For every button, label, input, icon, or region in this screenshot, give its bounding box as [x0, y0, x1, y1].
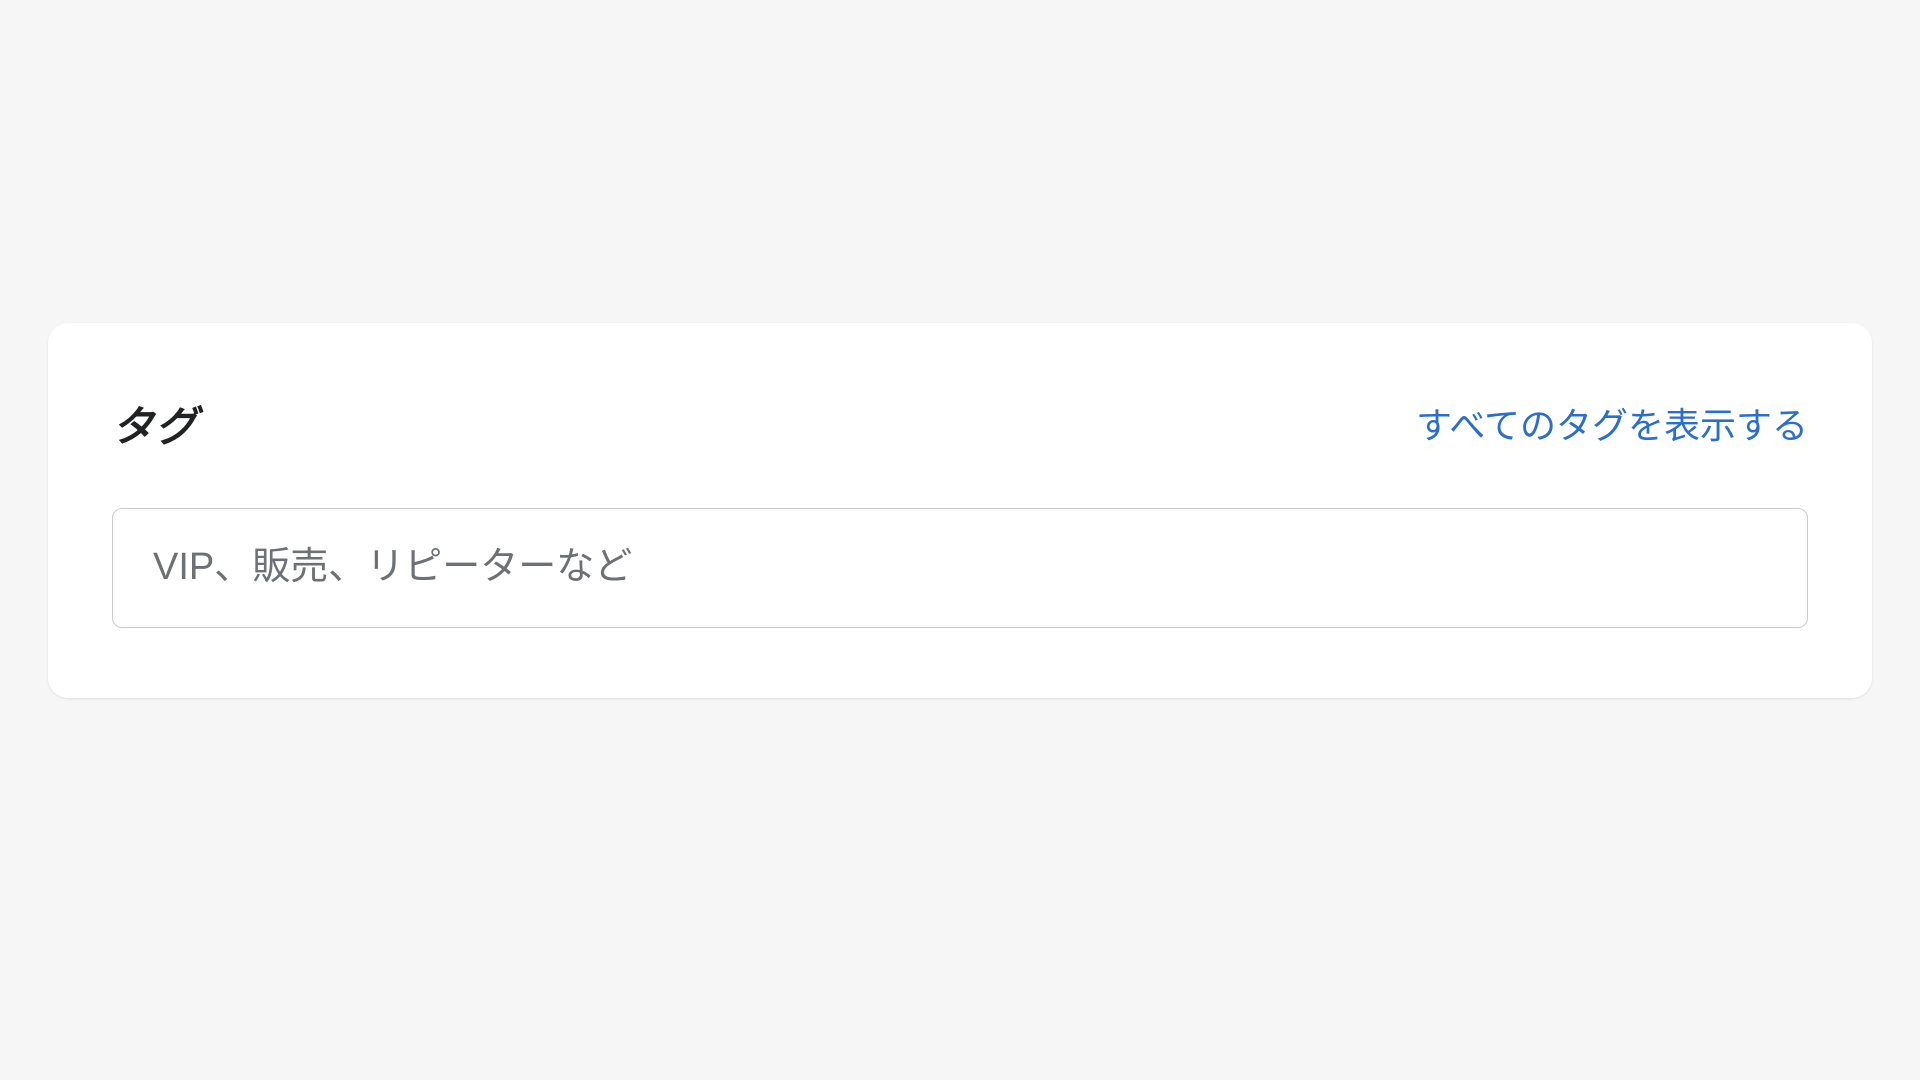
tags-title: タグ: [112, 393, 198, 454]
tags-card-header: タグ すべてのタグを表示する: [112, 393, 1808, 454]
show-all-tags-link[interactable]: すべてのタグを表示する: [1416, 397, 1808, 449]
tags-card: タグ すべてのタグを表示する: [48, 323, 1872, 698]
tags-input[interactable]: [112, 508, 1808, 628]
